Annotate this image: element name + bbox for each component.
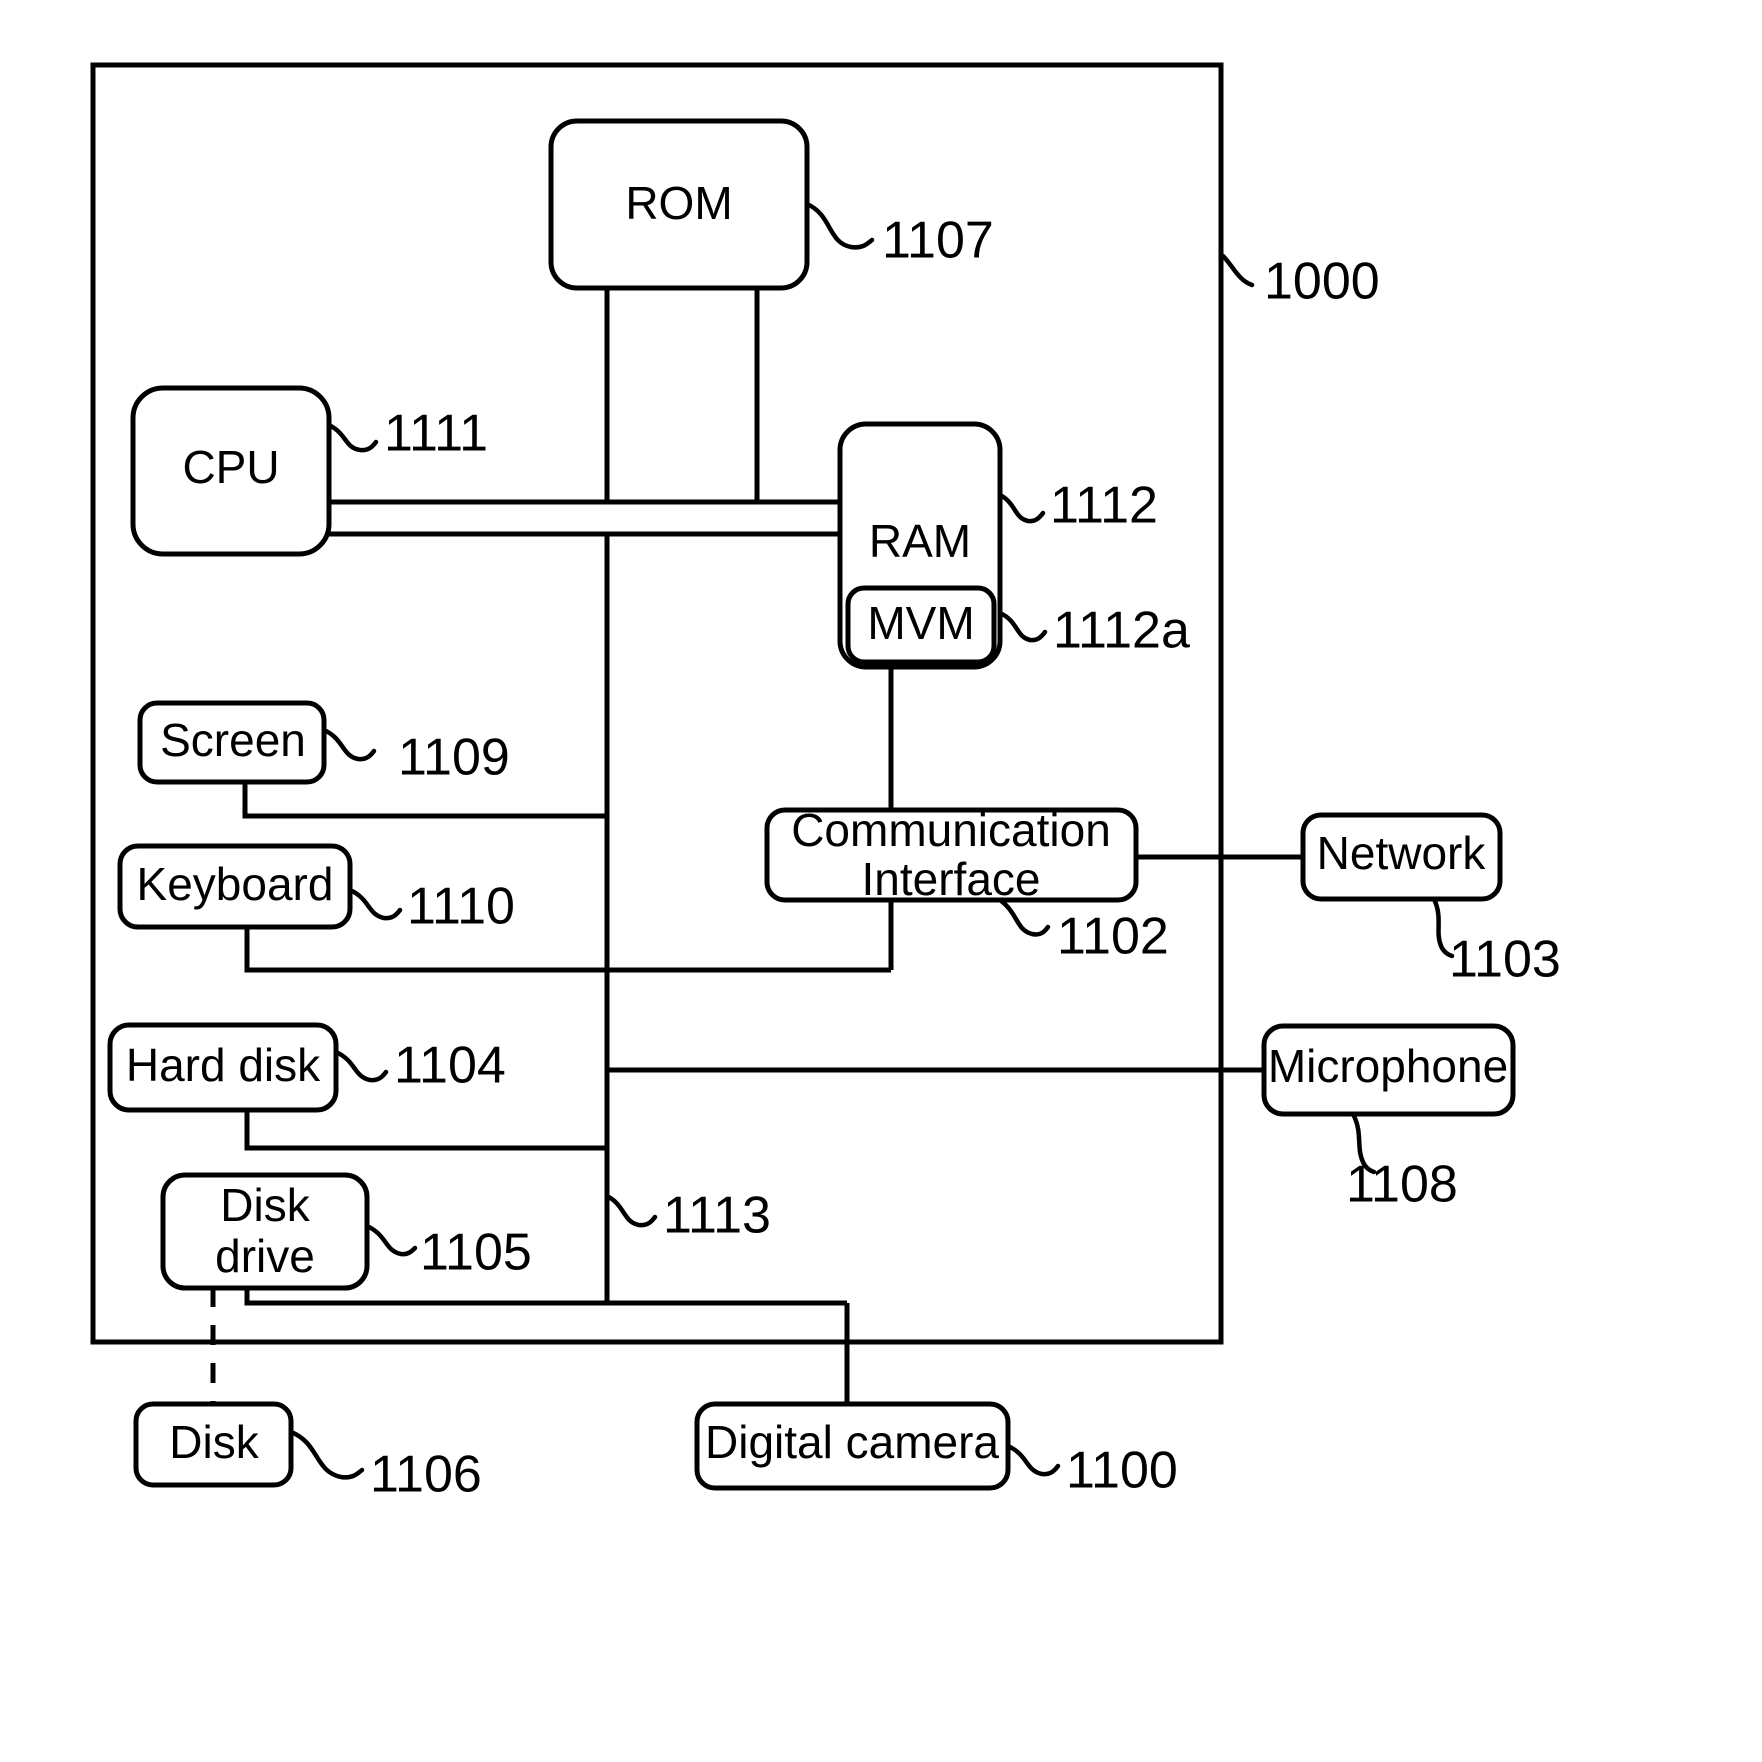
block-rom-label: ROM xyxy=(625,177,732,229)
figure-canvas: ROM 1107 1000 CPU 1111 RAM 1112 MVM 1112… xyxy=(0,0,1762,1762)
block-disk-label: Disk xyxy=(169,1416,259,1468)
block-mvm-label: MVM xyxy=(867,597,974,649)
ref-keyboard: 1110 xyxy=(407,878,515,936)
leader-enclosure xyxy=(1220,253,1255,288)
ref-ram: 1112 xyxy=(1050,477,1158,535)
block-hard-disk-label: Hard disk xyxy=(126,1039,321,1091)
block-comm-interface-label-line1: Communication xyxy=(791,804,1111,856)
ref-network: 1103 xyxy=(1449,931,1561,989)
block-digital-camera-label: Digital camera xyxy=(705,1416,999,1468)
leader-mvm xyxy=(997,610,1048,643)
leader-keyboard xyxy=(347,887,403,921)
ref-microphone: 1108 xyxy=(1346,1156,1458,1214)
leader-rom xyxy=(804,201,875,250)
ref-cpu: 1111 xyxy=(384,405,488,463)
leader-hard-disk xyxy=(333,1049,389,1083)
ref-enclosure: 1000 xyxy=(1264,253,1380,311)
ref-mvm: 1112a xyxy=(1053,602,1190,660)
block-diagram: ROM 1107 1000 CPU 1111 RAM 1112 MVM 1112… xyxy=(90,62,1561,1504)
wire-keyboard-to-bus xyxy=(244,926,891,973)
block-microphone-label: Microphone xyxy=(1268,1040,1508,1092)
block-screen-label: Screen xyxy=(160,714,306,766)
ref-comm-interface: 1102 xyxy=(1057,908,1169,966)
block-comm-interface-label-line2: Interface xyxy=(862,853,1041,905)
leader-digital-camera xyxy=(1005,1443,1061,1477)
leader-screen xyxy=(321,727,377,762)
block-cpu-label: CPU xyxy=(182,441,279,493)
leader-ram xyxy=(997,492,1046,524)
leader-disk xyxy=(288,1429,365,1480)
leader-bus xyxy=(604,1193,658,1228)
block-ram-label: RAM xyxy=(869,515,971,567)
block-network-label: Network xyxy=(1317,827,1487,879)
block-keyboard-label: Keyboard xyxy=(137,858,334,910)
leader-comm-interface xyxy=(997,897,1051,937)
ref-digital-camera: 1100 xyxy=(1066,1442,1178,1500)
ref-hard-disk: 1104 xyxy=(394,1037,506,1095)
ref-disk-drive: 1105 xyxy=(420,1224,532,1282)
leader-cpu xyxy=(326,422,379,453)
block-disk-drive-label-line1: Disk xyxy=(220,1179,310,1231)
ref-disk: 1106 xyxy=(370,1446,482,1504)
ref-screen: 1109 xyxy=(398,729,510,787)
ref-rom: 1107 xyxy=(882,212,994,270)
leader-disk-drive xyxy=(364,1223,418,1257)
block-disk-drive-label-line2: drive xyxy=(215,1230,315,1282)
ref-bus: 1113 xyxy=(663,1187,771,1245)
wire-harddisk-to-bus xyxy=(244,1110,607,1151)
